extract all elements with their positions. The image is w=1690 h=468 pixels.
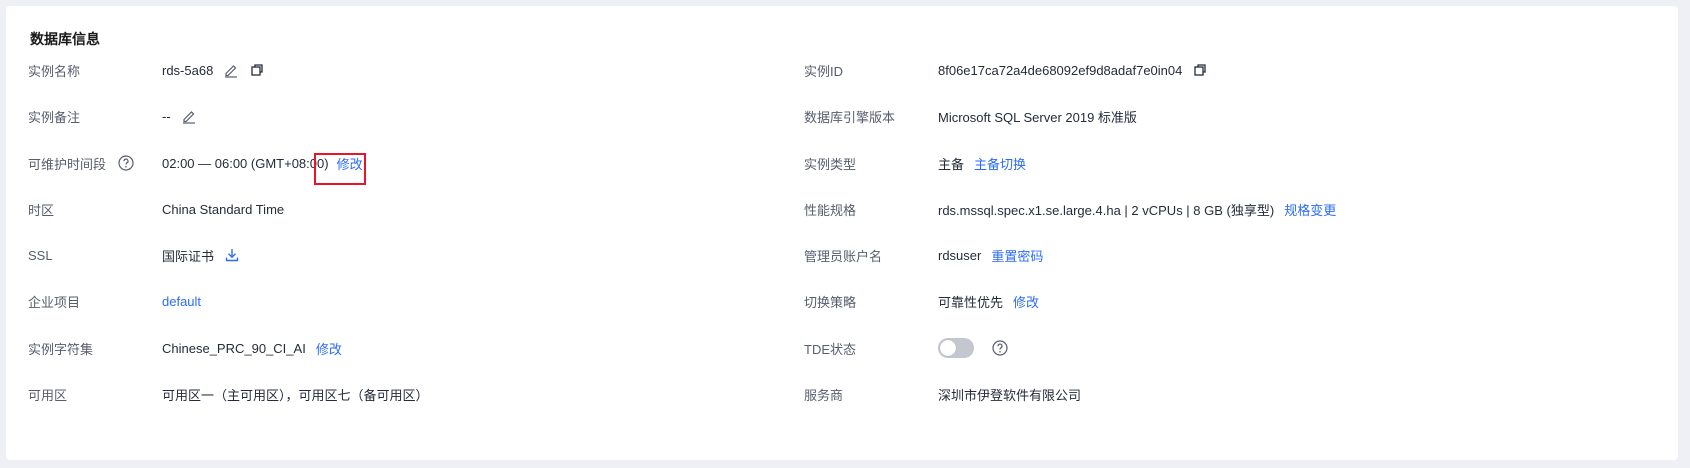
edit-icon[interactable]: [181, 108, 197, 124]
copy-icon[interactable]: [1192, 62, 1208, 78]
row-admin-account: 管理员账户名 rdsuser 重置密码: [804, 244, 1043, 266]
az-value: 可用区一（主可用区），可用区七（备可用区）: [162, 387, 429, 403]
help-icon[interactable]: [118, 155, 134, 171]
row-spec: 性能规格 rds.mssql.spec.x1.se.large.4.ha | 2…: [804, 198, 1336, 220]
ssl-label: SSL: [28, 247, 53, 263]
download-icon[interactable]: [224, 247, 240, 263]
database-info-card: 数据库信息 实例名称 rds-5a68 实例备注 -- 可维护时间段 02:00…: [6, 6, 1678, 460]
highlight-box: [314, 153, 366, 185]
help-icon[interactable]: [992, 340, 1008, 356]
ssl-value: 国际证书: [162, 248, 215, 264]
section-title: 数据库信息: [30, 31, 100, 47]
enterprise-project-label: 企业项目: [28, 294, 81, 310]
admin-account-label: 管理员账户名: [804, 248, 883, 264]
provider-value: 深圳市伊登软件有限公司: [938, 387, 1082, 403]
maintenance-window-label: 可维护时间段: [28, 156, 107, 172]
copy-icon[interactable]: [249, 62, 265, 78]
switch-policy-label: 切换策略: [804, 294, 857, 310]
timezone-label: 时区: [28, 202, 55, 218]
row-switch-policy: 切换策略 可靠性优先 修改: [804, 290, 1039, 312]
row-provider: 服务商 深圳市伊登软件有限公司: [804, 383, 1081, 405]
row-enterprise-project: 企业项目 default: [28, 290, 201, 312]
engine-version-label: 数据库引擎版本: [804, 109, 896, 125]
instance-remark-label: 实例备注: [28, 109, 81, 125]
admin-account-value: rdsuser: [938, 247, 982, 263]
change-spec-link[interactable]: 规格变更: [1284, 200, 1336, 219]
maintenance-window-value: 02:00 — 06:00 (GMT+08:00): [162, 155, 329, 171]
row-instance-id: 实例ID 8f06e17ca72a4de68092ef9d8adaf7e0in0…: [804, 59, 1208, 81]
modify-switch-policy-link[interactable]: 修改: [1013, 292, 1039, 311]
toggle-knob: [940, 340, 956, 356]
instance-id-value: 8f06e17ca72a4de68092ef9d8adaf7e0in04: [938, 62, 1183, 78]
reset-password-link[interactable]: 重置密码: [991, 246, 1043, 265]
row-az: 可用区 可用区一（主可用区），可用区七（备可用区）: [28, 383, 429, 405]
row-engine-version: 数据库引擎版本 Microsoft SQL Server 2019 标准版: [804, 105, 1137, 127]
tde-toggle[interactable]: [938, 338, 974, 358]
switchover-link[interactable]: 主备切换: [974, 154, 1026, 173]
timezone-value: China Standard Time: [162, 201, 285, 217]
row-tde: TDE状态: [804, 337, 1008, 359]
switch-policy-value: 可靠性优先: [938, 294, 1004, 310]
spec-value: rds.mssql.spec.x1.se.large.4.ha | 2 vCPU…: [938, 202, 1275, 218]
instance-id-label: 实例ID: [804, 63, 844, 79]
provider-label: 服务商: [804, 387, 844, 403]
engine-version-value: Microsoft SQL Server 2019 标准版: [938, 109, 1137, 125]
modify-charset-link[interactable]: 修改: [316, 339, 342, 358]
row-ssl: SSL 国际证书: [28, 244, 240, 266]
enterprise-project-link[interactable]: default: [162, 294, 201, 309]
row-instance-type: 实例类型 主备 主备切换: [804, 152, 1026, 174]
row-maintenance-window: 可维护时间段 02:00 — 06:00 (GMT+08:00) 修改: [28, 152, 363, 174]
edit-icon[interactable]: [223, 62, 239, 78]
row-instance-remark: 实例备注 --: [28, 105, 197, 127]
charset-label: 实例字符集: [28, 341, 94, 357]
instance-name-value: rds-5a68: [162, 62, 214, 78]
row-timezone: 时区 China Standard Time: [28, 198, 284, 220]
tde-label: TDE状态: [804, 341, 857, 357]
instance-name-label: 实例名称: [28, 63, 81, 79]
instance-type-value: 主备: [938, 156, 965, 172]
az-label: 可用区: [28, 387, 68, 403]
charset-value: Chinese_PRC_90_CI_AI: [162, 340, 306, 356]
row-instance-name: 实例名称 rds-5a68: [28, 59, 265, 81]
instance-remark-value: --: [162, 108, 171, 124]
row-charset: 实例字符集 Chinese_PRC_90_CI_AI 修改: [28, 337, 342, 359]
instance-type-label: 实例类型: [804, 156, 857, 172]
spec-label: 性能规格: [804, 202, 857, 218]
